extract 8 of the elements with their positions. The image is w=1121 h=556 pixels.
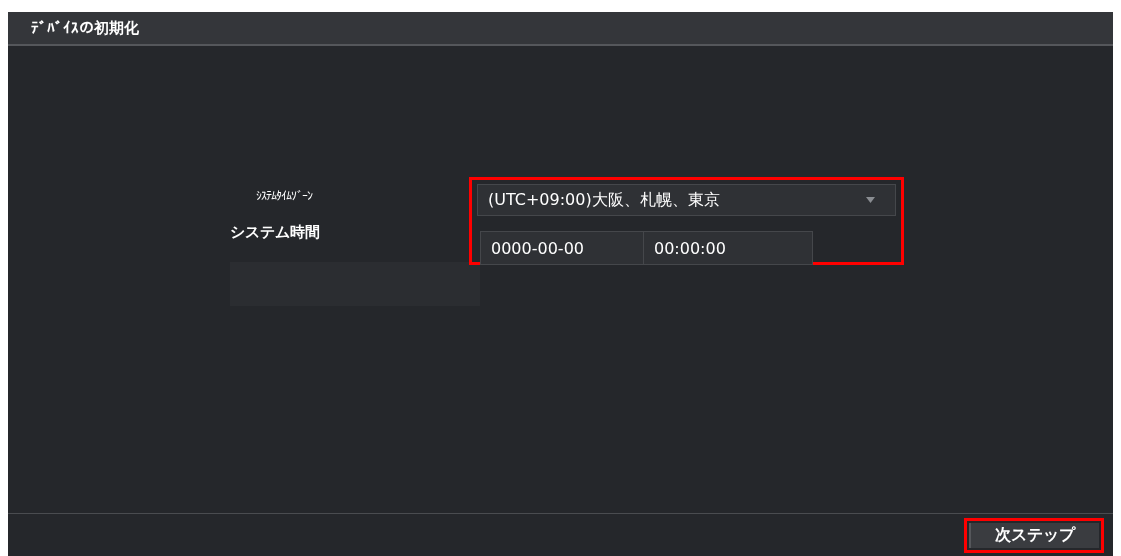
window-title: ﾃﾞﾊﾞｲｽの初期化 [31,18,139,38]
timezone-dropdown[interactable]: (UTC+09:00)大阪、札幌、東京 [477,184,896,216]
time-label: システム時間 [230,223,321,242]
time-field[interactable]: 00:00:00 [644,231,813,265]
timezone-label: ｼｽﾃﾑﾀｲﾑｿﾞｰﾝ [256,189,314,203]
next-button[interactable]: 次ステップ [969,522,1099,548]
date-field[interactable]: 0000-00-00 [480,231,644,265]
caret-icon [866,197,875,203]
